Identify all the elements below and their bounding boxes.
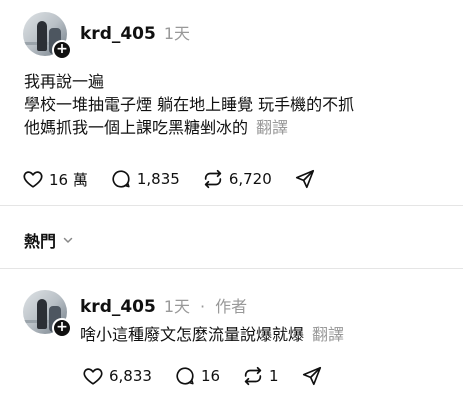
reply-line: 啥小這種廢文怎麼流量說爆就爆 [80,325,305,344]
username[interactable]: krd_405 [80,24,156,44]
main-post: + krd_405 1天 我再說一遍 學校一堆抽電子煙 躺在地上睡覺 玩手機的不… [0,0,463,205]
translate-link[interactable]: 翻譯 [312,325,344,344]
reply-post: + krd_405 1天 · 作者 啥小這種廢文怎麼流量說爆就爆 翻譯 6,833… [0,275,463,395]
repost-count: 1 [269,367,279,385]
send-icon [295,169,314,189]
author-tag: 作者 [215,297,248,316]
repost-count: 6,720 [228,170,272,188]
username[interactable]: krd_405 [80,297,156,317]
heart-icon [83,368,103,385]
repost-icon [244,366,262,386]
avatar[interactable]: + [23,12,72,60]
heart-icon [23,171,43,188]
reply-actions: 6,833 16 1 [82,365,350,387]
comment-button[interactable]: 16 [174,365,220,387]
comment-count: 16 [200,367,221,385]
like-button[interactable]: 16 萬 [22,168,88,190]
reply-time[interactable]: 1天 [164,293,190,317]
chevron-down-icon [63,237,73,243]
separator: · [200,297,206,316]
avatar[interactable]: + [23,290,72,338]
share-button[interactable] [301,365,328,387]
translate-link[interactable]: 翻譯 [256,118,288,137]
follow-plus-icon[interactable]: + [52,318,72,338]
repost-button[interactable]: 6,720 [202,168,272,190]
comment-count: 1,835 [136,170,180,188]
post-line-text: 他媽抓我一個上課吃黑糖剉冰的 [24,118,249,137]
repost-icon [204,169,221,189]
like-count: 6,833 [109,367,152,385]
repost-button[interactable]: 1 [242,365,279,387]
post-line: 學校一堆抽電子煙 躺在地上睡覺 玩手機的不抓 [24,95,355,114]
divider [0,205,463,206]
post-actions: 16 萬 1,835 6,720 [22,168,343,190]
post-time[interactable]: 1天 [164,20,190,44]
post-text: 我再說一遍 學校一堆抽電子煙 躺在地上睡覺 玩手機的不抓 他媽抓我一個上課吃黑糖… [24,70,354,139]
share-button[interactable] [294,168,321,190]
sort-dropdown[interactable]: 熱門 [24,228,74,252]
comment-bubble-icon [112,170,130,188]
post-line: 我再說一遍 [24,72,105,91]
divider [0,268,463,269]
reply-text: 啥小這種廢文怎麼流量說爆就爆 翻譯 [80,323,344,346]
like-count: 16 萬 [49,170,88,189]
follow-plus-icon[interactable]: + [52,40,72,60]
send-icon [302,366,321,386]
sort-label: 熱門 [24,232,57,251]
comment-button[interactable]: 1,835 [110,168,180,190]
post-header: krd_405 1天 [80,20,190,44]
reply-header: krd_405 1天 · 作者 [80,293,247,317]
like-button[interactable]: 6,833 [82,365,152,387]
comment-bubble-icon [176,367,194,385]
post-line: 他媽抓我一個上課吃黑糖剉冰的 翻譯 [24,116,354,139]
